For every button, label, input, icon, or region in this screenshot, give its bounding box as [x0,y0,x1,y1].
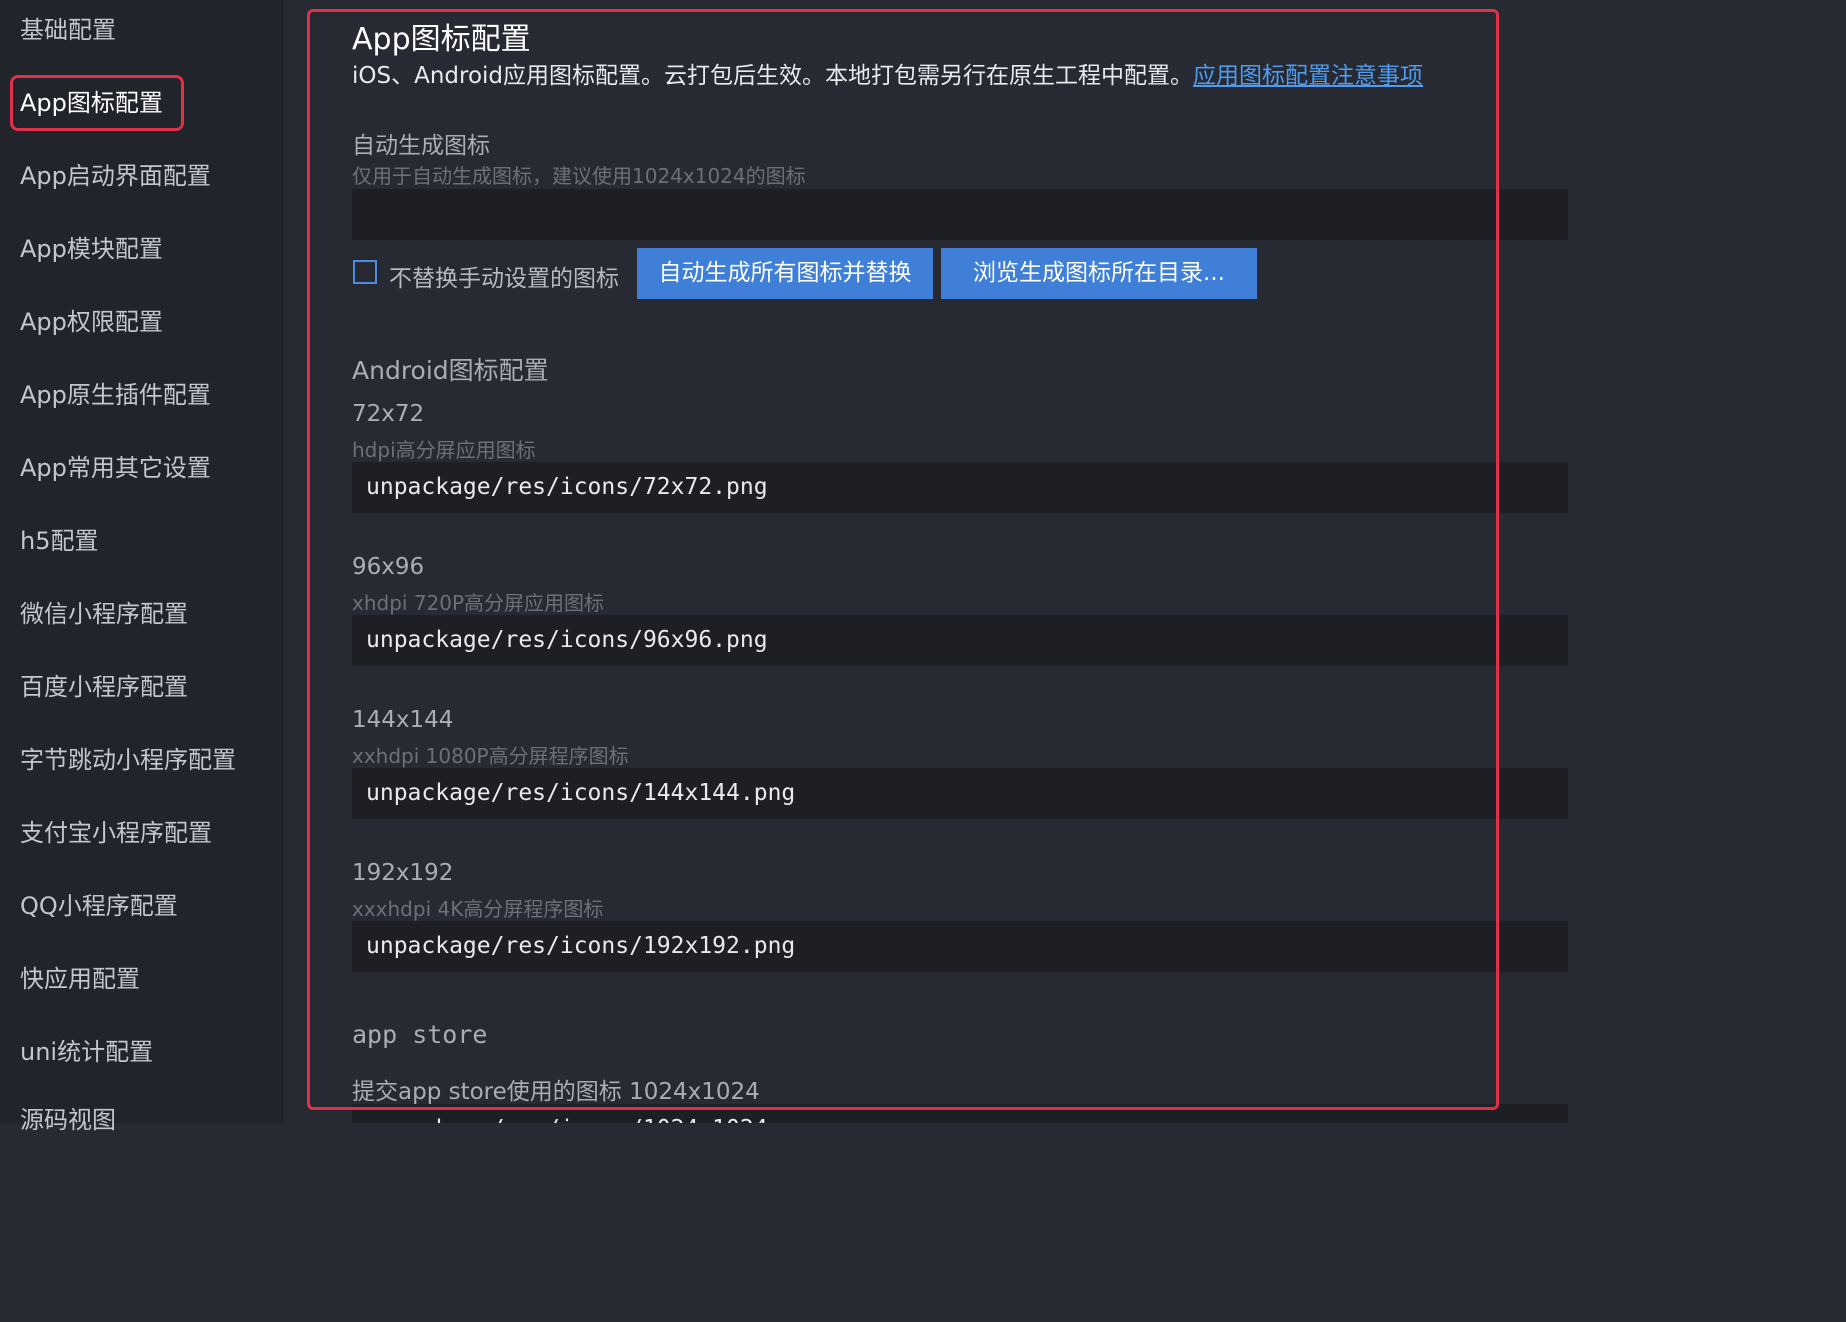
no-replace-manual-label: 不替换手动设置的图标 [389,266,619,292]
sidebar-item-alipay-mp[interactable]: 支付宝小程序配置 [20,818,212,848]
icon-config-notes-link[interactable]: 应用图标配置注意事项 [1193,63,1423,89]
sidebar-item-app-modules[interactable]: App模块配置 [20,234,163,264]
icon-path-input-144[interactable]: unpackage/res/icons/144x144.png [352,768,1568,819]
sidebar-item-app-permissions[interactable]: App权限配置 [20,307,163,337]
icon-hint-144: xxhdpi 1080P高分屏程序图标 [352,744,629,768]
icon-path-input-72[interactable]: unpackage/res/icons/72x72.png [352,462,1568,513]
icon-hint-96: xhdpi 720P高分屏应用图标 [352,591,605,615]
sidebar-item-app-native-plugins[interactable]: App原生插件配置 [20,380,211,410]
description-text: iOS、Android应用图标配置。云打包后生效。本地打包需另行在原生工程中配置… [352,63,1194,89]
appstore-icon-label: 提交app store使用的图标 1024x1024 [352,1079,760,1105]
icon-hint-72: hdpi高分屏应用图标 [352,438,536,462]
browse-icons-dir-button[interactable]: 浏览生成图标所在目录... [941,248,1257,299]
page-description: iOS、Android应用图标配置。云打包后生效。本地打包需另行在原生工程中配置… [352,56,1423,90]
generate-all-icons-button[interactable]: 自动生成所有图标并替换 [637,248,933,299]
auto-gen-label: 自动生成图标 [352,133,490,159]
icon-path-input-192[interactable]: unpackage/res/icons/192x192.png [352,921,1568,972]
icon-size-label-144: 144x144 [352,707,454,733]
sidebar-item-basic[interactable]: 基础配置 [20,15,116,45]
android-section-title: Android图标配置 [352,356,549,385]
sidebar-item-app-other-settings[interactable]: App常用其它设置 [20,453,211,483]
sidebar: 基础配置 App图标配置 App启动界面配置 App模块配置 App权限配置 A… [0,0,283,1134]
icon-hint-192: xxxhdpi 4K高分屏程序图标 [352,897,604,921]
icon-size-label-192: 192x192 [352,860,454,886]
sidebar-item-h5[interactable]: h5配置 [20,526,98,556]
icon-size-label-72: 72x72 [352,401,425,427]
page-title: App图标配置 [352,22,531,57]
sidebar-item-source-view[interactable]: 源码视图 [20,1105,116,1135]
appstore-icon-path-input[interactable]: unpackage/res/icons/1024x1024.png [352,1104,1568,1123]
sidebar-item-qq-mp[interactable]: QQ小程序配置 [20,891,178,921]
icon-path-input-96[interactable]: unpackage/res/icons/96x96.png [352,615,1568,666]
auto-gen-icon-input[interactable] [352,189,1568,240]
sidebar-item-wechat-mp[interactable]: 微信小程序配置 [20,599,188,629]
sidebar-item-bytedance-mp[interactable]: 字节跳动小程序配置 [20,745,236,775]
sidebar-item-baidu-mp[interactable]: 百度小程序配置 [20,672,188,702]
sidebar-item-app-splash[interactable]: App启动界面配置 [20,161,211,191]
auto-gen-hint: 仅用于自动生成图标，建议使用1024x1024的图标 [352,164,806,188]
sidebar-item-uni-stat[interactable]: uni统计配置 [20,1037,153,1067]
appstore-section-title: app store [352,1020,488,1049]
no-replace-manual-checkbox[interactable] [353,260,377,284]
sidebar-item-quickapp[interactable]: 快应用配置 [20,964,140,994]
sidebar-item-app-icon[interactable]: App图标配置 [20,88,163,118]
icon-size-label-96: 96x96 [352,554,425,580]
